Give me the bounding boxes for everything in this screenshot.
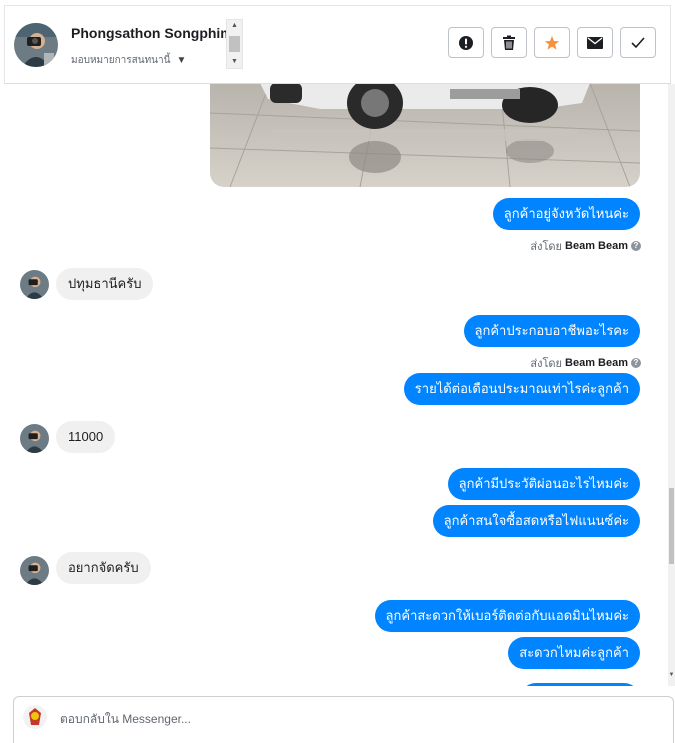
contact-name: Phongsathon Songphim <box>71 25 233 41</box>
incoming-message[interactable]: 11000 <box>56 421 116 453</box>
sent-by-sender: Beam Beam <box>565 240 628 252</box>
outgoing-message[interactable]: ลูกค้าสนใจซื้อสดหรือไฟแนนซ์ค่ะ <box>432 505 640 537</box>
chevron-down-icon: ▼ <box>176 55 187 66</box>
reply-input[interactable] <box>58 707 562 731</box>
sent-by-sender: Beam Beam <box>565 357 628 369</box>
shared-car-photo[interactable] <box>210 84 640 187</box>
mark-done-button[interactable] <box>620 27 656 58</box>
assign-label: มอบหมายการสนทนานี้ <box>71 55 171 66</box>
outgoing-message[interactable]: สะดวกไหมค่ะลูกค้า <box>508 637 640 669</box>
contact-avatar-small[interactable] <box>20 424 49 453</box>
check-icon <box>631 36 645 48</box>
star-icon <box>544 35 560 50</box>
contact-avatar[interactable] <box>14 23 58 67</box>
star-button[interactable] <box>534 27 570 58</box>
question-icon[interactable]: ? <box>631 241 641 251</box>
header-scrollbar[interactable]: ▲ ▼ <box>226 19 243 69</box>
sent-by-label: ส่งโดย Beam Beam ? <box>530 354 641 372</box>
delete-button[interactable] <box>491 27 527 58</box>
thread-scrollbar[interactable]: ▼ <box>668 84 675 686</box>
assign-conversation-dropdown[interactable]: มอบหมายการสนทนานี้ ▼ <box>71 53 186 68</box>
scroll-up-arrow-icon[interactable]: ▲ <box>227 20 242 32</box>
incoming-message[interactable]: ปทุมธานีครับ <box>56 268 154 300</box>
outgoing-message-partial[interactable] <box>520 683 640 686</box>
outgoing-message[interactable]: รายได้ต่อเดือนประมาณเท่าไรค่ะลูกค้า <box>403 373 640 405</box>
question-icon[interactable]: ? <box>631 358 641 368</box>
scroll-down-arrow-icon[interactable]: ▼ <box>668 672 675 682</box>
page-avatar <box>23 705 47 729</box>
sent-by-label: ส่งโดย Beam Beam ? <box>530 237 641 255</box>
mark-unread-button[interactable] <box>577 27 613 58</box>
report-button[interactable] <box>448 27 484 58</box>
incoming-message[interactable]: อยากจัดครับ <box>56 552 151 584</box>
exclamation-icon <box>459 35 473 50</box>
conversation-panel: Phongsathon Songphim มอบหมายการสนทนานี้ … <box>0 0 675 743</box>
trash-icon <box>503 35 515 50</box>
header-scroll-thumb[interactable] <box>229 36 240 52</box>
reply-composer <box>13 696 674 743</box>
outgoing-message[interactable]: ลูกค้ามีประวัติผ่อนอะไรไหมค่ะ <box>447 468 640 500</box>
thread-scroll-thumb[interactable] <box>669 488 674 564</box>
sent-by-prefix: ส่งโดย <box>530 241 563 253</box>
outgoing-message[interactable]: ลูกค้าประกอบอาชีพอะไรคะ <box>463 315 640 347</box>
outgoing-message[interactable]: ลูกค้าอยู่จังหวัดไหนค่ะ <box>492 198 640 230</box>
outgoing-message[interactable]: ลูกค้าสะดวกให้เบอร์ติดต่อกับแอดมินไหมค่ะ <box>374 600 640 632</box>
conversation-actions <box>448 27 656 58</box>
contact-avatar-small[interactable] <box>20 556 49 585</box>
scroll-down-arrow-icon[interactable]: ▼ <box>227 56 242 68</box>
conversation-header: Phongsathon Songphim มอบหมายการสนทนานี้ … <box>4 5 671 84</box>
envelope-icon <box>587 36 603 49</box>
message-thread[interactable]: ลูกค้าอยู่จังหวัดไหนค่ะ ส่งโดย Beam Beam… <box>4 84 668 686</box>
sent-by-prefix: ส่งโดย <box>530 358 563 370</box>
contact-avatar-small[interactable] <box>20 270 49 299</box>
